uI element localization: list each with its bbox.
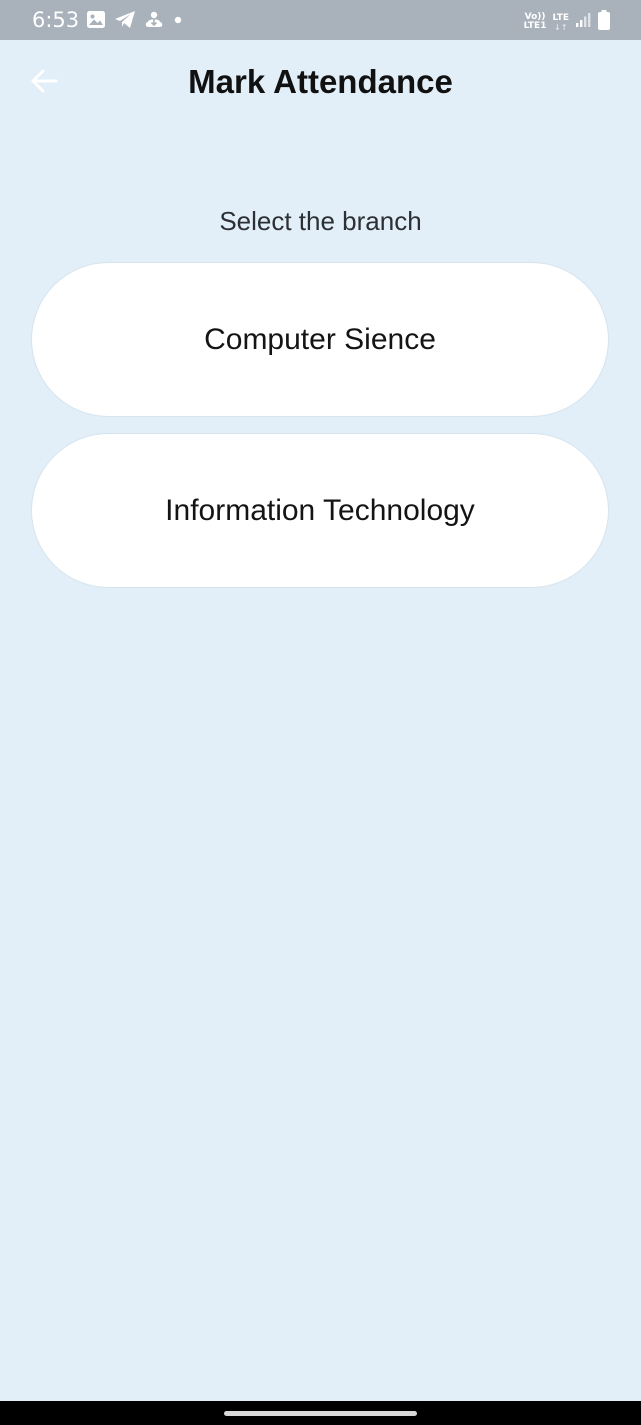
branch-label: Information Technology (165, 493, 475, 527)
system-icons: Vo)) LTE1 LTE ↓↑ (523, 9, 611, 36)
branch-label: Computer Sience (204, 322, 436, 356)
home-handle[interactable] (224, 1411, 417, 1416)
notification-icons (86, 11, 184, 33)
lte-indicator: LTE ↓↑ (552, 12, 569, 32)
branch-button-computer-science[interactable]: Computer Sience (31, 262, 609, 417)
dot-icon (172, 13, 184, 31)
navigation-bar (0, 1401, 641, 1425)
signal-icon (575, 12, 591, 33)
battery-icon (597, 9, 611, 36)
select-branch-prompt: Select the branch (219, 206, 422, 236)
image-icon (86, 10, 106, 34)
cloud-download-icon (144, 10, 164, 35)
status-time: 6:53 (32, 8, 80, 32)
volte-indicator: Vo)) LTE1 (523, 12, 547, 31)
branch-button-information-technology[interactable]: Information Technology (31, 433, 609, 588)
status-bar: 6:53 Vo)) LTE1 LTE ↓↑ (0, 0, 641, 40)
telegram-icon (114, 10, 136, 34)
page-title: Mark Attendance (188, 63, 453, 100)
